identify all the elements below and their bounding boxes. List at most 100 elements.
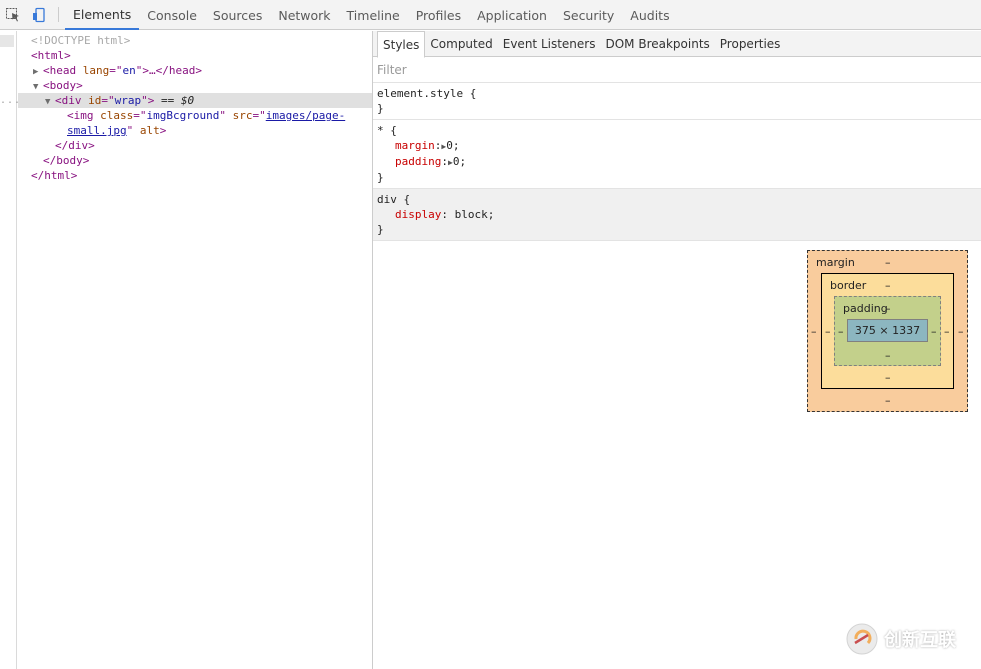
devtools-toolbar: Elements Console Sources Network Timelin… bbox=[0, 0, 981, 30]
padding-label: padding bbox=[843, 302, 888, 315]
border-right-value[interactable]: – bbox=[944, 325, 950, 338]
dom-html-open[interactable]: <html> bbox=[18, 48, 372, 63]
dom-img[interactable]: <img class="imgBcground" src="images/pag… bbox=[18, 108, 358, 138]
box-model-border[interactable]: border – – – – padding – – – – 375 × 133… bbox=[821, 273, 954, 389]
dom-div-close[interactable]: </div> bbox=[18, 138, 372, 153]
subtab-computed[interactable]: Computed bbox=[425, 31, 497, 56]
box-model-padding[interactable]: padding – – – – 375 × 1337 bbox=[834, 296, 941, 366]
margin-declaration[interactable]: margin:▶0; bbox=[377, 138, 977, 154]
border-label: border bbox=[830, 279, 867, 292]
border-left-value[interactable]: – bbox=[825, 325, 831, 338]
padding-top-value[interactable]: – bbox=[885, 302, 891, 315]
watermark-text: 创新互联 bbox=[884, 630, 956, 651]
close-brace: } bbox=[377, 223, 384, 236]
html-close-tag: </html> bbox=[31, 169, 78, 182]
margin-value: 0 bbox=[446, 139, 453, 152]
tab-sources[interactable]: Sources bbox=[205, 0, 270, 30]
quote-mark: " bbox=[219, 109, 226, 122]
styles-filter bbox=[373, 57, 981, 83]
subtab-dom-breakpoints[interactable]: DOM Breakpoints bbox=[600, 31, 714, 56]
img-alt-attr: alt bbox=[139, 124, 160, 137]
padding-right-value[interactable]: – bbox=[931, 325, 937, 338]
subtab-styles[interactable]: Styles bbox=[377, 31, 426, 58]
dom-doctype[interactable]: <!DOCTYPE html> bbox=[18, 33, 372, 48]
dots-icon[interactable]: ... bbox=[0, 93, 21, 108]
selected-marker: == $0 bbox=[154, 94, 195, 107]
tab-timeline[interactable]: Timeline bbox=[339, 0, 408, 30]
equals-sign: =" bbox=[252, 109, 266, 122]
margin-left-value[interactable]: – bbox=[811, 325, 817, 338]
border-bottom-value[interactable]: – bbox=[885, 371, 891, 384]
head-tag: <head bbox=[43, 64, 77, 77]
equals-sign: =" bbox=[101, 94, 115, 107]
padding-bottom-value[interactable]: – bbox=[885, 349, 891, 362]
body-open-tag: <body> bbox=[43, 79, 83, 92]
margin-label: margin bbox=[816, 256, 855, 269]
watermark-logo-icon bbox=[846, 623, 878, 655]
margin-prop: margin bbox=[395, 139, 435, 152]
margin-right-value[interactable]: – bbox=[958, 325, 964, 338]
close-brace: } bbox=[377, 171, 384, 184]
body-close-tag: </body> bbox=[43, 154, 90, 167]
toolbar-separator bbox=[58, 7, 59, 22]
img-open-tag: <img bbox=[67, 109, 94, 122]
equals-sign: =" bbox=[109, 64, 123, 77]
element-style-selector: element.style { bbox=[377, 87, 477, 100]
display-declaration[interactable]: display: block; bbox=[377, 207, 977, 222]
dom-div-wrap-selected[interactable]: ... ▼ <div id="wrap"> == $0 bbox=[0, 93, 372, 108]
img-class-value: imgBcground bbox=[146, 109, 220, 122]
rule-div[interactable]: div { display: block; } bbox=[373, 189, 981, 241]
box-model-margin[interactable]: margin – – – – border – – – – padding – … bbox=[807, 250, 968, 412]
head-attr-value: en bbox=[122, 64, 136, 77]
tab-profiles[interactable]: Profiles bbox=[408, 0, 469, 30]
div-attr: id bbox=[88, 94, 102, 107]
img-close: > bbox=[159, 124, 167, 137]
universal-selector: * { bbox=[377, 124, 397, 137]
padding-declaration[interactable]: padding:▶0; bbox=[377, 154, 977, 170]
styles-subtabs: Styles Computed Event Listeners DOM Brea… bbox=[373, 31, 981, 58]
head-collapsed: >…</head> bbox=[142, 64, 202, 77]
gutter-marker bbox=[0, 35, 14, 47]
inspect-element-icon[interactable] bbox=[0, 0, 26, 30]
equals-sign: =" bbox=[133, 109, 147, 122]
rule-universal[interactable]: * { margin:▶0; padding:▶0; } bbox=[373, 120, 981, 189]
tab-network[interactable]: Network bbox=[270, 0, 338, 30]
div-open-tag: <div bbox=[55, 94, 82, 107]
html-open-tag: <html> bbox=[31, 49, 71, 62]
tab-elements[interactable]: Elements bbox=[65, 0, 140, 30]
rule-element-style[interactable]: element.style { } bbox=[373, 83, 981, 120]
div-selector: div { bbox=[377, 193, 411, 206]
padding-value: 0 bbox=[452, 155, 460, 168]
img-class-attr: class bbox=[100, 109, 134, 122]
img-src-attr: src bbox=[232, 109, 253, 122]
box-model-content[interactable]: 375 × 1337 bbox=[847, 319, 928, 342]
device-mode-icon[interactable] bbox=[26, 0, 52, 30]
tab-audits[interactable]: Audits bbox=[622, 0, 677, 30]
doctype-text: <!DOCTYPE html> bbox=[31, 34, 131, 47]
tab-security[interactable]: Security bbox=[555, 0, 622, 30]
dom-tree: <!DOCTYPE html> <html> ▶ <head lang="en">… bbox=[0, 31, 372, 669]
dom-head[interactable]: ▶ <head lang="en">…</head> bbox=[18, 63, 372, 78]
dom-body-close[interactable]: </body> bbox=[18, 153, 372, 168]
head-attr: lang bbox=[82, 64, 110, 77]
margin-bottom-value[interactable]: – bbox=[885, 394, 891, 407]
border-top-value[interactable]: – bbox=[885, 279, 891, 292]
subtab-properties[interactable]: Properties bbox=[715, 31, 786, 56]
dom-html-close[interactable]: </html> bbox=[18, 168, 372, 183]
close-brace: } bbox=[377, 102, 384, 115]
padding-left-value[interactable]: – bbox=[838, 325, 844, 338]
display-value: block bbox=[454, 208, 488, 221]
margin-top-value[interactable]: – bbox=[885, 256, 891, 269]
styles-pane: Styles Computed Event Listeners DOM Brea… bbox=[373, 31, 981, 669]
tab-application[interactable]: Application bbox=[469, 0, 555, 30]
dom-gutter bbox=[0, 31, 17, 669]
dom-body-open[interactable]: ▼ <body> bbox=[18, 78, 372, 93]
display-prop: display bbox=[395, 208, 442, 221]
subtab-event-listeners[interactable]: Event Listeners bbox=[498, 31, 601, 56]
div-attr-value: wrap bbox=[114, 94, 142, 107]
div-close-tag: </div> bbox=[55, 139, 95, 152]
quote-mark: " bbox=[141, 94, 148, 107]
tab-console[interactable]: Console bbox=[139, 0, 205, 30]
filter-input[interactable] bbox=[377, 63, 677, 77]
padding-prop: padding bbox=[395, 155, 442, 168]
